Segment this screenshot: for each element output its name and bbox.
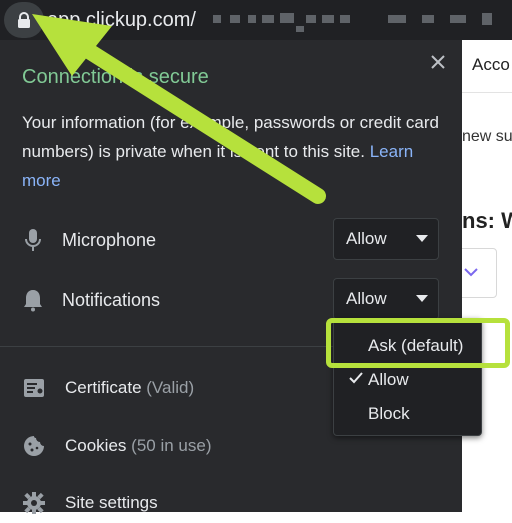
gear-icon — [23, 492, 45, 514]
permission-label: Microphone — [62, 230, 157, 250]
page-text-fragment: new su — [462, 128, 512, 145]
site-settings-row[interactable]: Site settings — [0, 483, 462, 523]
address-bar: app.clickup.com/ — [0, 0, 512, 40]
permission-label: Notifications — [62, 290, 161, 310]
site-settings-label: Site settings — [65, 493, 158, 512]
dropdown-option-label: Block — [368, 404, 410, 423]
site-info-button[interactable] — [4, 2, 44, 38]
certificate-label: Certificate (Valid) — [65, 378, 195, 397]
cookie-icon — [24, 436, 44, 456]
bell-icon — [24, 290, 42, 312]
page-heading-fragment: ns: W — [462, 208, 512, 233]
microphone-permission-select[interactable]: Allow — [333, 218, 439, 260]
caret-down-icon — [416, 235, 428, 242]
chevron-down-icon — [464, 268, 478, 277]
certificate-icon — [24, 379, 44, 397]
connection-status-title: Connection is secure — [22, 66, 209, 88]
dropdown-option-block[interactable]: Block — [334, 397, 481, 429]
permission-row-microphone: Microphone Allow — [0, 218, 462, 262]
page-tab-accounts[interactable]: Acco — [472, 55, 510, 75]
lock-icon — [18, 11, 30, 28]
close-icon[interactable] — [426, 50, 450, 74]
microphone-icon — [25, 229, 41, 251]
checkmark-icon — [349, 372, 363, 384]
permission-value: Allow — [346, 229, 387, 248]
notifications-permission-select[interactable]: Allow — [333, 278, 439, 320]
url-host[interactable]: app.clickup.com/ — [47, 7, 196, 33]
annotation-highlight-box — [326, 318, 510, 368]
caret-down-icon — [416, 295, 428, 302]
permission-value: Allow — [346, 289, 387, 308]
page-tab-bar: Acco — [462, 40, 512, 93]
site-security-popup: Connection is secure Your information (f… — [0, 40, 462, 514]
permission-row-notifications: Notifications Allow — [0, 278, 462, 322]
security-info-text: Your information (for example, passwords… — [22, 108, 442, 195]
dropdown-option-label: Allow — [368, 370, 409, 389]
cookies-label: Cookies (50 in use) — [65, 436, 212, 455]
